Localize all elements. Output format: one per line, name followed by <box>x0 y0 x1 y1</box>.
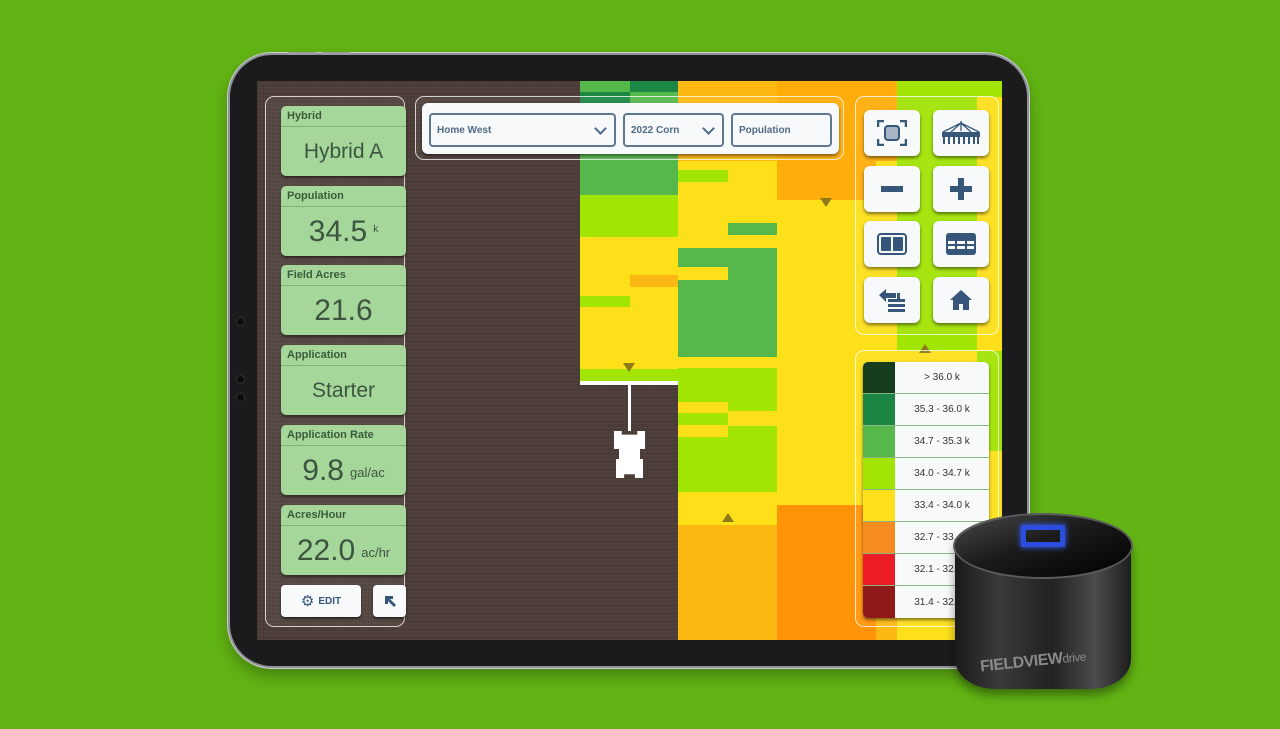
card-population[interactable]: Population 34.5 k <box>281 186 406 256</box>
expand-button[interactable] <box>373 585 406 617</box>
edit-button[interactable]: ⚙ EDIT <box>281 585 361 617</box>
legend-swatch <box>863 362 895 393</box>
card-value: Starter <box>281 366 406 415</box>
season-value: 2022 Corn <box>631 124 680 136</box>
card-label: Application <box>281 345 406 366</box>
direction-marker <box>820 198 832 207</box>
chevron-down-icon <box>702 122 715 135</box>
fieldview-drive-device: FIELDVIEWdrive <box>955 515 1131 695</box>
legend-row: 34.7 - 35.3 k <box>863 426 989 458</box>
layer-dropdown[interactable]: Population <box>731 113 832 147</box>
layer-value: Population <box>739 124 791 136</box>
camera <box>236 393 245 402</box>
table-icon <box>946 233 976 255</box>
card-application-rate[interactable]: Application Rate 9.8 gal/ac <box>281 425 406 495</box>
card-acres-hour[interactable]: Acres/Hour 22.0 ac/hr <box>281 505 406 575</box>
card-value: Hybrid A <box>281 127 406 176</box>
planter-icon <box>942 121 980 144</box>
value-text: Starter <box>311 378 376 402</box>
legend-row: 35.3 - 36.0 k <box>863 394 989 426</box>
legend-swatch <box>863 426 895 457</box>
legend-swatch <box>863 522 895 553</box>
card-hybrid[interactable]: Hybrid Hybrid A <box>281 106 406 176</box>
unit-text: ac/hr <box>361 545 391 560</box>
field-value: Home West <box>437 124 492 136</box>
home-button[interactable] <box>933 277 989 323</box>
card-value: 9.8 gal/ac <box>281 446 406 495</box>
card-application[interactable]: Application Starter <box>281 345 406 415</box>
gear-icon: ⚙ <box>300 593 315 610</box>
tablet-button <box>322 52 350 55</box>
card-label: Application Rate <box>281 425 406 446</box>
card-value: 22.0 ac/hr <box>281 526 406 575</box>
season-dropdown[interactable]: 2022 Corn <box>623 113 724 147</box>
implement-button[interactable] <box>933 110 989 156</box>
value-text: 21.6 <box>314 293 373 327</box>
card-value: 21.6 <box>281 286 406 335</box>
value-text: Hybrid A <box>303 139 384 163</box>
legend-label: 35.3 - 36.0 k <box>914 404 970 415</box>
back-list-icon <box>879 289 905 312</box>
edit-label: EDIT <box>318 595 342 607</box>
zoom-out-button[interactable] <box>864 166 920 212</box>
direction-marker <box>722 513 734 522</box>
tablet-button <box>288 52 316 55</box>
unit-text: gal/ac <box>350 465 385 480</box>
value-text: 22.0 <box>296 533 356 567</box>
selector-bar: Home West 2022 Corn Population <box>415 96 844 160</box>
legend-row: 34.0 - 34.7 k <box>863 458 989 490</box>
focus-frame-icon <box>877 120 907 146</box>
card-label: Hybrid <box>281 106 406 127</box>
legend-swatch <box>863 458 895 489</box>
home-icon <box>950 290 972 310</box>
app-screen: Hybrid Hybrid A Population 34.5 k Field A… <box>257 81 1002 640</box>
camera <box>236 375 245 384</box>
chevron-down-icon <box>594 122 607 135</box>
card-label: Acres/Hour <box>281 505 406 526</box>
split-view-icon <box>877 233 907 255</box>
card-field-acres[interactable]: Field Acres 21.6 <box>281 265 406 335</box>
back-list-button[interactable] <box>864 277 920 323</box>
unit-text: k <box>373 224 379 235</box>
map-tools-panel <box>855 96 999 335</box>
table-view-button[interactable] <box>933 221 989 267</box>
card-label: Population <box>281 186 406 207</box>
value-text: 34.5 <box>308 214 368 248</box>
split-view-button[interactable] <box>864 221 920 267</box>
status-light-icon <box>1021 525 1065 547</box>
legend-label: 34.7 - 35.3 k <box>914 436 970 447</box>
legend-swatch <box>863 490 895 521</box>
legend-label: 34.0 - 34.7 k <box>914 468 970 479</box>
tablet: Hybrid Hybrid A Population 34.5 k Field A… <box>230 52 1027 666</box>
card-label: Field Acres <box>281 265 406 286</box>
stats-panel: Hybrid Hybrid A Population 34.5 k Field A… <box>265 96 406 627</box>
direction-marker <box>623 363 635 372</box>
legend-row: > 36.0 k <box>863 362 989 394</box>
plus-icon <box>950 178 972 200</box>
legend-label: > 36.0 k <box>924 372 960 383</box>
legend-swatch <box>863 394 895 425</box>
selector-container: Home West 2022 Corn Population <box>422 103 839 154</box>
camera <box>236 317 245 326</box>
value-text: 9.8 <box>302 453 344 487</box>
arrow-up-left-icon <box>384 596 396 607</box>
zoom-in-button[interactable] <box>933 166 989 212</box>
recenter-button[interactable] <box>864 110 920 156</box>
card-value: 34.5 k <box>281 207 406 256</box>
minus-icon <box>881 186 903 192</box>
field-dropdown[interactable]: Home West <box>429 113 616 147</box>
legend-swatch <box>863 554 895 585</box>
legend-swatch <box>863 586 895 618</box>
